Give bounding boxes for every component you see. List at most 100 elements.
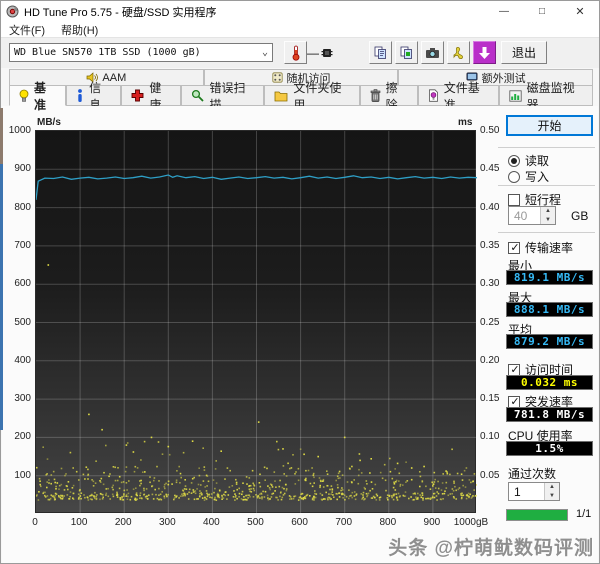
- pass-count-spinner[interactable]: ▲ ▼: [544, 483, 559, 500]
- chip-icon: [319, 41, 335, 64]
- start-button[interactable]: 开始: [506, 115, 593, 136]
- benchmark-plot-canvas: [36, 131, 477, 514]
- tab-info[interactable]: 信息: [66, 81, 122, 112]
- y-left-axis-title: MB/s: [37, 117, 61, 128]
- folder-icon: [274, 91, 288, 101]
- capacity-input[interactable]: 40 ▲ ▼: [508, 206, 556, 225]
- x-tick: 500: [247, 517, 264, 528]
- y-right-tick: 0.10: [480, 431, 500, 443]
- max-value-display: 888.1 MB/s: [506, 302, 593, 317]
- pass-count-input[interactable]: 1 ▲ ▼: [508, 482, 560, 501]
- screenshot-button[interactable]: [421, 41, 444, 64]
- y-left-tick: 800: [14, 201, 31, 213]
- temperature-button[interactable]: [284, 41, 307, 64]
- app-icon: [6, 5, 19, 18]
- tab-erase[interactable]: 擦除: [359, 81, 418, 112]
- window-title: HD Tune Pro 5.75 - 硬盘/SSD 实用程序: [24, 6, 217, 19]
- menu-bar: 文件(F) 帮助(H): [1, 22, 599, 38]
- x-tick: 100: [70, 517, 88, 528]
- menu-file[interactable]: 文件(F): [1, 22, 53, 38]
- copy-icon: [374, 46, 386, 59]
- y-right-tick: 0.50: [480, 125, 500, 136]
- y-left-tick: 200: [14, 431, 31, 443]
- x-tick: 400: [203, 517, 220, 528]
- benchmark-chart: [35, 130, 477, 514]
- x-tick: 800: [379, 517, 397, 528]
- transfer-rate-label: 传输速率: [525, 241, 574, 255]
- spin-down-icon[interactable]: ▼: [541, 215, 555, 224]
- y-left-tick: 500: [14, 316, 31, 328]
- y-right-tick: 0.40: [480, 201, 500, 213]
- watermark: 头条 @柠萌鱿数码评测: [388, 538, 594, 559]
- read-radio[interactable]: [508, 154, 520, 167]
- access-time-checkbox[interactable]: [508, 363, 521, 377]
- write-radio-row[interactable]: 写入: [508, 168, 549, 185]
- capacity-value: 40: [514, 208, 528, 223]
- y-left-tick: 400: [14, 354, 31, 366]
- exit-button[interactable]: 退出: [501, 41, 547, 64]
- tab-disk-monitor[interactable]: 磁盘监视器: [498, 81, 593, 112]
- title-bar[interactable]: HD Tune Pro 5.75 - 硬盘/SSD 实用程序 — □ ✕: [1, 1, 599, 22]
- y-right-tick: 0.05: [480, 469, 500, 481]
- lightbulb-icon: [19, 89, 29, 102]
- save-button[interactable]: [473, 41, 496, 64]
- divider: [498, 185, 595, 186]
- read-radio-row[interactable]: 读取: [508, 152, 549, 169]
- hdtune-window: HD Tune Pro 5.75 - 硬盘/SSD 实用程序 — □ ✕ 文件(…: [0, 0, 600, 564]
- divider: [498, 147, 595, 148]
- progress-fill: [507, 510, 567, 520]
- progress-bar: [506, 509, 568, 521]
- maximize-button[interactable]: □: [523, 1, 561, 22]
- short-stroke-checkbox[interactable]: [508, 193, 520, 206]
- dice-icon: [271, 72, 283, 83]
- y-right-tick: 0.35: [480, 239, 500, 251]
- file-benchmark-icon: [428, 89, 438, 102]
- tab-error-scan[interactable]: 错误扫描: [181, 81, 265, 112]
- write-radio-label: 写入: [525, 170, 550, 184]
- y-right-tick: 0.15: [480, 393, 500, 405]
- tab-health[interactable]: 健康: [121, 81, 182, 112]
- transfer-rate-row[interactable]: 传输速率: [508, 239, 573, 256]
- capacity-unit: GB: [571, 209, 589, 223]
- tab-benchmark[interactable]: 基准: [9, 81, 67, 112]
- spin-up-icon[interactable]: ▲: [541, 207, 555, 216]
- tab-row-main: 基准 信息 健康 错误扫描 文件夹使用 擦除 文件基准 磁盘监视器: [9, 81, 593, 112]
- options-icon: [453, 46, 463, 60]
- transfer-rate-checkbox[interactable]: [508, 241, 521, 255]
- x-tick: 700: [335, 517, 353, 528]
- health-cross-icon: [131, 89, 144, 102]
- desktop-background-strip: [0, 164, 3, 430]
- spin-down-icon[interactable]: ▼: [545, 491, 559, 500]
- y-left-tick: 1000: [8, 125, 31, 136]
- pass-count-label: 通过次数: [508, 467, 557, 481]
- burst-rate-display: 781.8 MB/s: [506, 407, 593, 422]
- y-left-tick: 100: [14, 469, 31, 481]
- copy-image-button[interactable]: [395, 41, 418, 64]
- read-radio-label: 读取: [525, 154, 550, 168]
- capacity-spinner[interactable]: ▲ ▼: [540, 207, 555, 224]
- temperature-value: —: [307, 45, 319, 60]
- x-tick-last: 1000gB: [453, 517, 489, 528]
- tab-folder-usage[interactable]: 文件夹使用: [264, 81, 360, 112]
- options-button[interactable]: [447, 41, 470, 64]
- copy-text-button[interactable]: [369, 41, 392, 64]
- x-tick: 300: [158, 517, 176, 528]
- burst-rate-checkbox[interactable]: [508, 395, 521, 409]
- y-left-tick: 700: [14, 239, 31, 251]
- minimize-button[interactable]: —: [485, 1, 523, 22]
- y-right-tick: 0.25: [480, 316, 500, 328]
- pass-count-value: 1: [514, 484, 521, 499]
- x-tick: 200: [114, 517, 132, 528]
- drive-select-dropdown[interactable]: WD Blue SN570 1TB SSD (1000 gB) ⌄: [9, 43, 273, 62]
- tab-file-benchmark[interactable]: 文件基准: [417, 81, 499, 112]
- y-right-axis-title: ms: [458, 117, 473, 128]
- y-left-tick: 600: [14, 278, 31, 290]
- spin-up-icon[interactable]: ▲: [545, 483, 559, 492]
- menu-help[interactable]: 帮助(H): [53, 22, 106, 38]
- trash-icon: [370, 89, 380, 102]
- close-button[interactable]: ✕: [561, 1, 599, 22]
- write-radio[interactable]: [508, 170, 520, 183]
- access-time-display: 0.032 ms: [506, 375, 593, 390]
- chevron-down-icon: ⌄: [261, 47, 268, 58]
- info-icon: [78, 89, 83, 102]
